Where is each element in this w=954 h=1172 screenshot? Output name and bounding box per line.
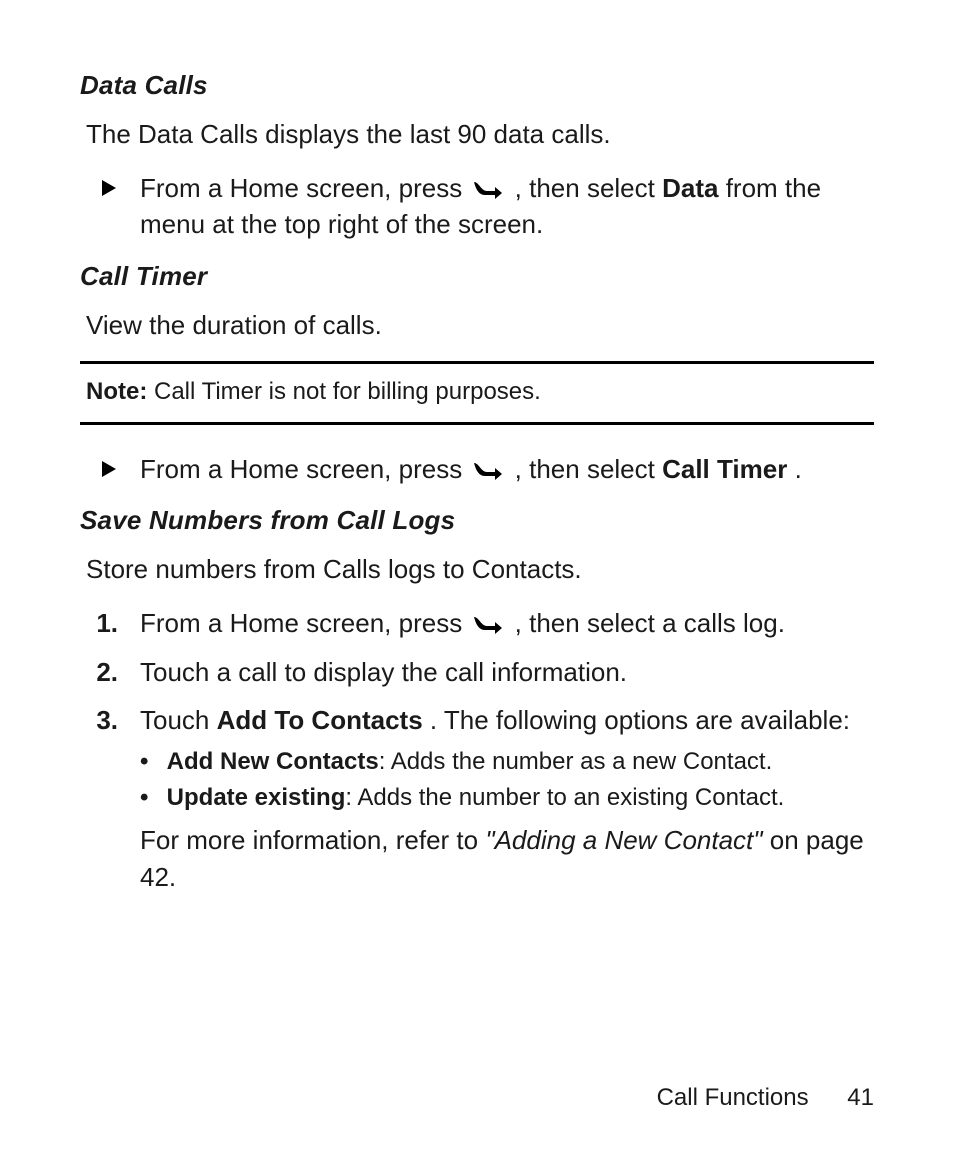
- text: : Adds the number to an existing Contact…: [345, 784, 784, 811]
- text: , then select a calls log.: [515, 608, 785, 638]
- intro-call-timer: View the duration of calls.: [86, 308, 874, 343]
- page-footer: Call Functions 41: [657, 1084, 874, 1112]
- step-save-3: 3. Touch Add To Contacts . The following…: [80, 702, 874, 895]
- cross-reference: For more information, refer to "Adding a…: [140, 822, 874, 895]
- text: From a Home screen, press: [140, 608, 469, 638]
- footer-section: Call Functions: [657, 1084, 809, 1111]
- steps-save-numbers: 1. From a Home screen, press , then sele…: [80, 605, 874, 895]
- text: : Adds the number as a new Contact.: [379, 748, 773, 775]
- manual-page: Data Calls The Data Calls displays the l…: [0, 0, 954, 1172]
- step-content: From a Home screen, press , then select …: [140, 170, 874, 243]
- list-item: Add New Contacts: Adds the number as a n…: [140, 745, 874, 780]
- step-data-calls-1: From a Home screen, press , then select …: [80, 170, 874, 243]
- text: For more information, refer to: [140, 825, 485, 855]
- steps-data-calls: From a Home screen, press , then select …: [80, 170, 874, 243]
- step-content: From a Home screen, press , then select …: [140, 605, 874, 641]
- heading-data-calls: Data Calls: [80, 70, 874, 101]
- list-item: Update existing: Adds the number to an e…: [140, 781, 874, 816]
- step-content: From a Home screen, press , then select …: [140, 451, 874, 487]
- text-bold: Add To Contacts: [217, 705, 423, 735]
- heading-call-timer: Call Timer: [80, 261, 874, 292]
- step-save-1: 1. From a Home screen, press , then sele…: [80, 605, 874, 641]
- text-bold: Call Timer: [662, 454, 787, 484]
- footer-page-number: 41: [847, 1084, 874, 1111]
- note-label: Note:: [86, 378, 147, 405]
- text: .: [795, 454, 802, 484]
- note-text: Call Timer is not for billing purposes.: [147, 378, 541, 405]
- step-content: Touch a call to display the call informa…: [140, 654, 874, 690]
- send-key-icon: [471, 174, 505, 196]
- step-content: Touch Add To Contacts . The following op…: [140, 702, 874, 895]
- send-key-icon: [471, 609, 505, 631]
- text: From a Home screen, press: [140, 454, 469, 484]
- text-italic: "Adding a New Contact": [485, 825, 762, 855]
- step-number: 1.: [80, 605, 140, 641]
- text: Touch: [140, 705, 217, 735]
- heading-save-numbers: Save Numbers from Call Logs: [80, 505, 874, 536]
- text: , then select: [515, 454, 662, 484]
- triangle-bullet-icon: [80, 170, 140, 206]
- text-bold: Update existing: [167, 784, 346, 811]
- text: Touch a call to display the call informa…: [140, 657, 627, 687]
- text-bold: Data: [662, 173, 718, 203]
- step-call-timer-1: From a Home screen, press , then select …: [80, 451, 874, 487]
- text: From a Home screen, press: [140, 173, 469, 203]
- text: . The following options are available:: [430, 705, 850, 735]
- send-key-icon: [471, 455, 505, 477]
- step-number: 3.: [80, 702, 140, 738]
- text-bold: Add New Contacts: [167, 748, 379, 775]
- sub-bullet-list: Add New Contacts: Adds the number as a n…: [140, 745, 874, 817]
- note-box: Note: Call Timer is not for billing purp…: [80, 361, 874, 425]
- steps-call-timer: From a Home screen, press , then select …: [80, 451, 874, 487]
- intro-save-numbers: Store numbers from Calls logs to Contact…: [86, 552, 874, 587]
- intro-data-calls: The Data Calls displays the last 90 data…: [86, 117, 874, 152]
- step-number: 2.: [80, 654, 140, 690]
- step-save-2: 2. Touch a call to display the call info…: [80, 654, 874, 690]
- triangle-bullet-icon: [80, 451, 140, 487]
- text: , then select: [515, 173, 662, 203]
